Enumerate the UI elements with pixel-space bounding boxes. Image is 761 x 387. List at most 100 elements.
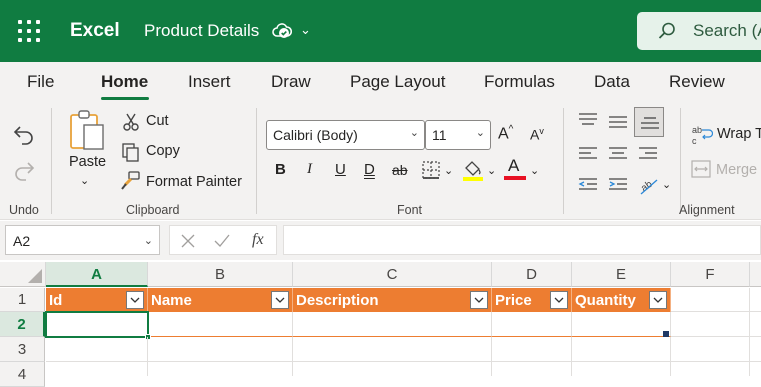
app-name[interactable]: Excel: [70, 20, 120, 42]
chevron-down-icon[interactable]: ⌄: [444, 164, 453, 177]
underline-button[interactable]: U: [335, 161, 346, 178]
italic-button[interactable]: I: [307, 161, 312, 178]
filter-dropdown-button[interactable]: [271, 291, 289, 309]
chevron-down-icon[interactable]: ⌄: [487, 164, 496, 177]
saved-status-icon[interactable]: [272, 21, 292, 41]
paste-options-chevron-icon[interactable]: ⌄: [80, 174, 89, 187]
font-family-select[interactable]: Calibri (Body) ⌄: [266, 120, 425, 150]
cell[interactable]: [293, 337, 492, 362]
cell[interactable]: [572, 362, 671, 376]
align-middle-icon[interactable]: [608, 114, 628, 130]
font-color-button[interactable]: A: [504, 156, 526, 182]
cell[interactable]: [492, 312, 572, 337]
tab-home[interactable]: Home: [101, 72, 148, 92]
document-title[interactable]: Product Details: [144, 21, 259, 41]
align-left-icon[interactable]: [578, 146, 598, 162]
strikethrough-button[interactable]: ab: [392, 162, 408, 178]
insert-function-icon[interactable]: fx: [252, 231, 264, 249]
tab-draw[interactable]: Draw: [271, 72, 311, 92]
name-box[interactable]: A2 ⌄: [5, 225, 160, 255]
decrease-font-size-icon[interactable]: Av: [530, 126, 544, 143]
copy-icon: [122, 143, 139, 162]
chevron-down-icon[interactable]: ⌄: [300, 22, 311, 38]
filter-dropdown-button[interactable]: [649, 291, 667, 309]
format-painter-button[interactable]: Format Painter: [146, 174, 242, 190]
cell[interactable]: [750, 288, 761, 312]
table-header-cell[interactable]: Id: [46, 288, 148, 312]
double-underline-button[interactable]: D: [364, 161, 375, 178]
cell[interactable]: [492, 337, 572, 362]
undo-icon[interactable]: [12, 122, 36, 146]
select-all-button[interactable]: [0, 262, 46, 287]
column-header-c[interactable]: C: [293, 262, 492, 287]
wrap-text-button[interactable]: Wrap T: [717, 126, 761, 142]
table-header-cell[interactable]: Name: [148, 288, 293, 312]
tab-file[interactable]: File: [27, 72, 54, 92]
table-header-cell[interactable]: Price: [492, 288, 572, 312]
tab-page-layout[interactable]: Page Layout: [350, 72, 445, 92]
fill-color-icon[interactable]: [462, 158, 484, 182]
increase-indent-icon[interactable]: [608, 177, 628, 193]
increase-font-size-icon[interactable]: A^: [498, 124, 513, 143]
cell[interactable]: [148, 312, 293, 337]
cell[interactable]: [671, 362, 750, 376]
filter-dropdown-button[interactable]: [470, 291, 488, 309]
column-header-b[interactable]: B: [148, 262, 293, 287]
cell[interactable]: [492, 362, 572, 376]
search-input[interactable]: Search (A: [693, 21, 761, 41]
borders-icon[interactable]: [421, 160, 441, 180]
column-header-d[interactable]: D: [492, 262, 572, 287]
paste-icon[interactable]: [67, 108, 107, 152]
column-header-g[interactable]: [750, 262, 761, 287]
cell[interactable]: [750, 337, 761, 362]
cell[interactable]: [750, 312, 761, 337]
tab-data[interactable]: Data: [594, 72, 630, 92]
redo-icon[interactable]: [12, 158, 36, 182]
row-header-2[interactable]: 2: [0, 312, 45, 337]
cell[interactable]: [671, 288, 750, 312]
row-header-3[interactable]: 3: [0, 337, 45, 362]
table-header-cell[interactable]: Description: [293, 288, 492, 312]
column-header-a[interactable]: A: [46, 262, 148, 287]
font-size-select[interactable]: 11 ⌄: [425, 120, 491, 150]
align-center-icon[interactable]: [608, 146, 628, 162]
enter-check-icon[interactable]: [213, 233, 231, 249]
bold-button[interactable]: B: [275, 161, 286, 178]
merge-button[interactable]: Merge: [716, 162, 757, 178]
tab-formulas[interactable]: Formulas: [484, 72, 555, 92]
row-header-4[interactable]: 4: [0, 362, 45, 387]
filter-dropdown-button[interactable]: [550, 291, 568, 309]
filter-dropdown-button[interactable]: [126, 291, 144, 309]
align-right-icon[interactable]: [638, 146, 658, 162]
app-launcher-icon[interactable]: [18, 20, 40, 42]
align-bottom-button[interactable]: [634, 107, 664, 137]
cell[interactable]: [148, 337, 293, 362]
chevron-down-icon[interactable]: ⌄: [530, 164, 539, 177]
cell[interactable]: [671, 337, 750, 362]
tab-insert[interactable]: Insert: [188, 72, 231, 92]
align-top-icon[interactable]: [578, 112, 598, 128]
cut-button[interactable]: Cut: [146, 113, 169, 129]
row-header-1[interactable]: 1: [0, 288, 45, 312]
cell[interactable]: [148, 362, 293, 376]
selected-cell-a2[interactable]: [45, 311, 149, 338]
orientation-icon[interactable]: ab: [638, 174, 660, 196]
chevron-down-icon[interactable]: ⌄: [662, 178, 671, 191]
column-header-e[interactable]: E: [572, 262, 671, 287]
cell[interactable]: [572, 312, 671, 337]
cell[interactable]: [671, 312, 750, 337]
formula-input[interactable]: [283, 225, 761, 255]
cell[interactable]: [293, 362, 492, 376]
paste-button[interactable]: Paste: [69, 154, 106, 170]
cancel-icon[interactable]: [180, 233, 196, 249]
column-header-f[interactable]: F: [671, 262, 750, 287]
tab-review[interactable]: Review: [669, 72, 725, 92]
copy-button[interactable]: Copy: [146, 143, 180, 159]
cell[interactable]: [46, 362, 148, 376]
decrease-indent-icon[interactable]: [578, 177, 598, 193]
table-header-cell[interactable]: Quantity: [572, 288, 671, 312]
search-box[interactable]: Search (A: [637, 12, 761, 50]
cell[interactable]: [46, 337, 148, 362]
cell[interactable]: [572, 337, 671, 362]
cell[interactable]: [293, 312, 492, 337]
